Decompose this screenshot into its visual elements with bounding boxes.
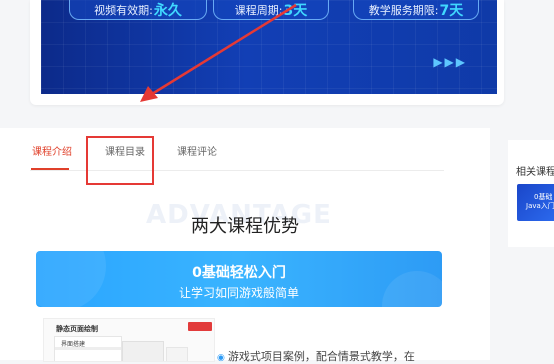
stat-service: 教学服务期限: 7天 bbox=[353, 0, 479, 20]
thumbnail-logo bbox=[188, 322, 212, 331]
thumbnail-panel bbox=[122, 341, 164, 361]
stat-validity: 视频有效期: 永久 bbox=[69, 0, 207, 20]
course-screenshot-thumbnail: 静态页面绘制 界面搭建 bbox=[43, 318, 215, 362]
stat-service-label: 教学服务期限: bbox=[368, 3, 439, 17]
stat-validity-value: 永久 bbox=[153, 2, 182, 19]
tab-comments[interactable]: 课程评论 bbox=[177, 143, 217, 158]
related-courses-title: 相关课程 bbox=[516, 167, 554, 178]
section-title: 两大课程优势 bbox=[191, 216, 299, 237]
thumbnail-window: 界面搭建 bbox=[54, 336, 122, 361]
catalog-tab-highlight bbox=[86, 136, 154, 185]
advantage-banner: 0基础轻松入门 让学习如同游戏般简单 bbox=[36, 251, 442, 307]
bullet-dot-icon: ◉ bbox=[217, 353, 225, 363]
stat-period-label: 课程周期: bbox=[234, 3, 283, 17]
tab-intro[interactable]: 课程介绍 bbox=[32, 143, 72, 158]
course-banner: 视频有效期: 永久 课程周期: 3天 教学服务期限: 7天 ▶▶▶ bbox=[41, 0, 497, 94]
related-course-card[interactable]: 0基础 Java入门 bbox=[517, 184, 554, 221]
stat-service-value: 7天 bbox=[439, 2, 464, 19]
stat-validity-label: 视频有效期: bbox=[94, 3, 153, 17]
stat-period: 课程周期: 3天 bbox=[213, 0, 329, 20]
stat-period-value: 3天 bbox=[283, 2, 308, 19]
thumbnail-window-bar bbox=[55, 347, 121, 350]
play-arrows-icon: ▶▶▶ bbox=[433, 55, 467, 69]
thumbnail-title: 静态页面绘制 bbox=[56, 325, 98, 333]
related-course-line2: Java入门 bbox=[526, 202, 554, 210]
advantage-bullet: ◉ 游戏式项目案例，配合情景式教学，在 bbox=[217, 348, 415, 364]
advantage-bullet-text: 游戏式项目案例，配合情景式教学，在 bbox=[227, 350, 415, 363]
